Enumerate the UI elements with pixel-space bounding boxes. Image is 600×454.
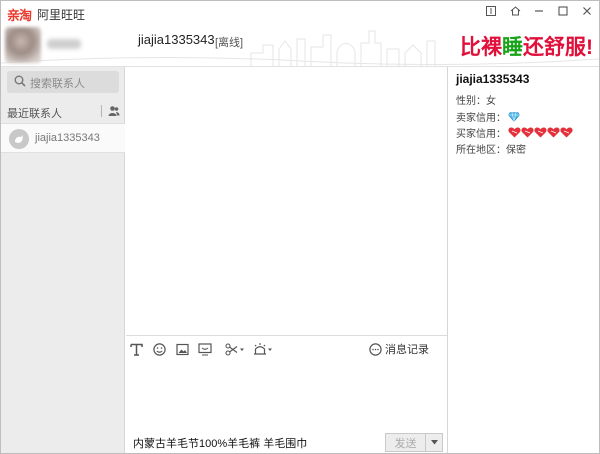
contacts-icon[interactable] — [108, 105, 120, 117]
app-title: 阿里旺旺 — [37, 8, 86, 22]
window-controls — [479, 1, 599, 21]
contact-profile-panel: jiajia1335343 性别： 女 卖家信用： 买家信用： 所在地区： 保密 — [447, 67, 599, 453]
screen-icon[interactable] — [198, 341, 212, 357]
message-area[interactable] — [126, 67, 447, 335]
seller-credit-label: 卖家信用： — [456, 113, 506, 124]
pin-icon[interactable] — [479, 1, 503, 21]
slogan-char: ! — [586, 36, 593, 59]
slogan-char: 还 — [523, 36, 544, 59]
font-icon[interactable] — [130, 341, 143, 357]
profile-name: jiajia1335343 — [456, 72, 530, 86]
chevron-down-icon — [430, 440, 438, 445]
profile-gender-row: 性别： 女 — [456, 92, 496, 107]
user-name-blurred — [47, 39, 81, 49]
send-group: 发送 — [385, 433, 443, 452]
slogan-char: 比 — [460, 36, 481, 59]
message-input[interactable] — [126, 361, 447, 427]
user-avatar[interactable] — [5, 27, 41, 63]
minimize-icon[interactable] — [527, 1, 551, 21]
seller-credit-row: 卖家信用： — [456, 109, 520, 124]
slogan-char: 舒 — [544, 36, 565, 59]
buyer-credit-label: 买家信用： — [456, 129, 506, 140]
maximize-icon[interactable] — [551, 1, 575, 21]
chat-header: jiajia1335343 [离线] 比裸睡还舒服! — [1, 23, 599, 67]
home-icon[interactable] — [503, 1, 527, 21]
slogan-char: 睡 — [502, 36, 523, 59]
heart-icon — [560, 127, 573, 138]
ad-slogan[interactable]: 比裸睡还舒服! — [460, 31, 593, 61]
promo-link[interactable]: 内蒙古羊毛节100%羊毛裤 羊毛围巾 — [133, 435, 307, 451]
buyer-credit-hearts[interactable] — [508, 127, 573, 138]
contact-search[interactable]: 搜索联系人 — [7, 71, 119, 93]
region-label: 所在地区： — [456, 145, 506, 156]
region-value: 保密 — [506, 145, 526, 156]
title-bar: 亲淘 阿里旺旺 — [1, 1, 599, 23]
ring-icon[interactable] — [252, 341, 274, 357]
divider — [101, 105, 102, 117]
main-window: 亲淘 阿里旺旺 jiajia1335343 [离线] 比裸睡还舒服! 搜索联系人… — [0, 0, 600, 454]
chat-contact-name[interactable]: jiajia1335343 — [138, 32, 215, 47]
heart-icon — [521, 127, 534, 138]
close-icon[interactable] — [575, 1, 599, 21]
recent-contacts-label: 最近联系人 — [7, 108, 62, 120]
history-label: 消息记录 — [385, 344, 429, 356]
bird-icon — [15, 135, 23, 143]
message-history-button[interactable]: 消息记录 — [369, 341, 429, 357]
slogan-char: 服 — [565, 36, 586, 59]
chat-bubble-icon — [369, 342, 382, 356]
send-button[interactable]: 发送 — [385, 433, 425, 452]
slogan-char: 裸 — [481, 36, 502, 59]
diamond-icon[interactable] — [508, 111, 520, 122]
gender-value: 女 — [486, 96, 496, 107]
search-placeholder: 搜索联系人 — [30, 78, 85, 90]
buyer-credit-row: 买家信用： — [456, 125, 573, 140]
heart-icon — [547, 127, 560, 138]
region-row: 所在地区： 保密 — [456, 141, 526, 156]
search-icon — [14, 75, 26, 87]
send-options-dropdown[interactable] — [425, 433, 443, 452]
app-logo: 亲淘 — [7, 8, 32, 23]
contact-list-item[interactable]: jiajia1335343 — [1, 123, 125, 153]
chat-contact-status: [离线] — [215, 37, 244, 49]
input-toolbar: 消息记录 — [126, 335, 447, 361]
contacts-sidebar: 搜索联系人 最近联系人 jiajia1335343 — [1, 67, 125, 453]
contact-avatar — [9, 129, 29, 149]
image-icon[interactable] — [176, 341, 189, 357]
contact-name: jiajia1335343 — [35, 132, 100, 144]
gender-label: 性别： — [456, 96, 486, 107]
emoji-icon[interactable] — [153, 341, 166, 357]
scissors-icon[interactable] — [225, 341, 245, 357]
bottom-bar: 内蒙古羊毛节100%羊毛裤 羊毛围巾 发送 — [126, 427, 447, 453]
heart-icon — [508, 127, 521, 138]
heart-icon — [534, 127, 547, 138]
